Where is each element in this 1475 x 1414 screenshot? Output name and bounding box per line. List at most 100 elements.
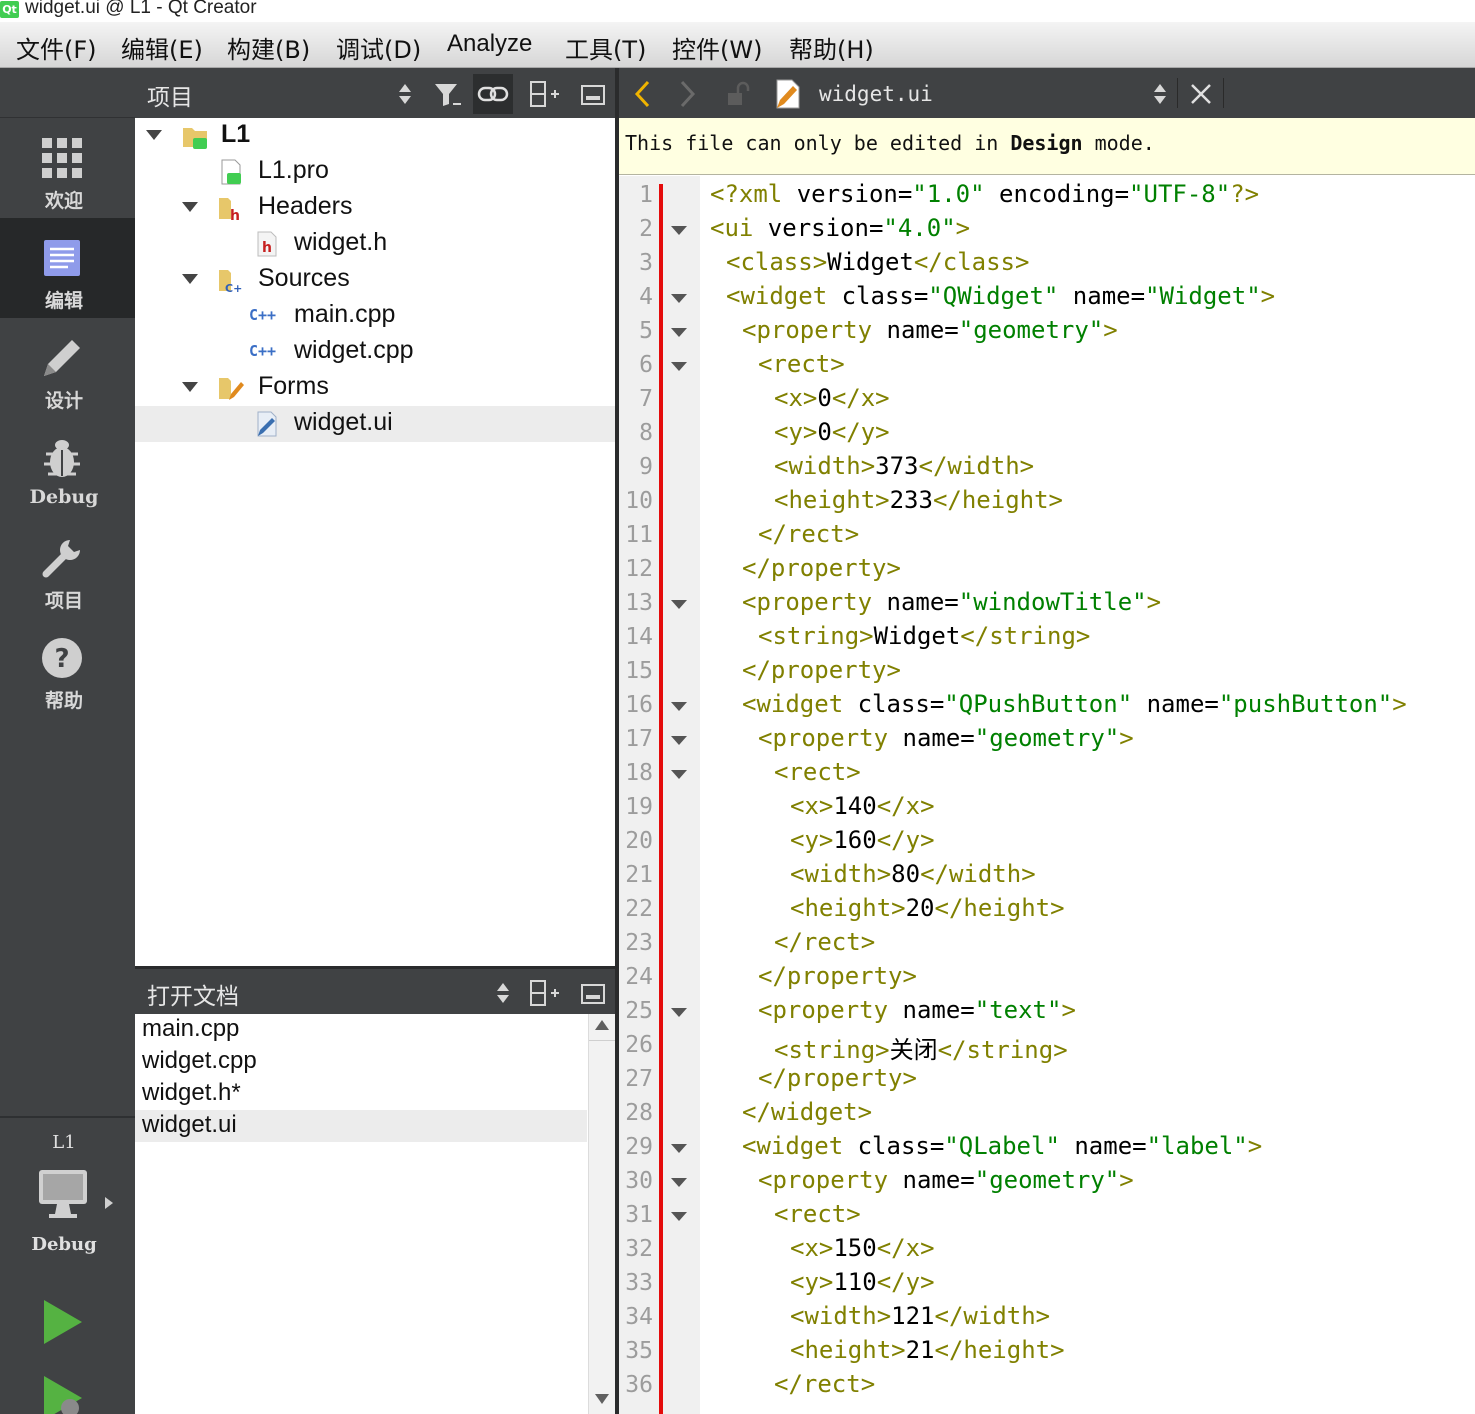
menu-help[interactable]: 帮助(H): [789, 30, 874, 65]
line-number: 14: [625, 624, 653, 650]
project-tree: L1 L1.pro h Headers h widget.h C+ Source…: [135, 118, 617, 963]
fold-marker-icon[interactable]: [671, 702, 687, 711]
qt-pro-file-icon: [221, 159, 241, 185]
view-selector-icon[interactable]: [397, 82, 413, 106]
split-pane-icon[interactable]: [525, 74, 565, 114]
fold-marker-icon[interactable]: [671, 1008, 687, 1017]
code-line: </rect>: [774, 928, 876, 956]
tree-item-widget-ui[interactable]: widget.ui: [135, 406, 617, 442]
svg-text:C+: C+: [225, 282, 242, 294]
tree-item-main-cpp[interactable]: C++ main.cpp: [135, 298, 617, 334]
tree-item-label: widget.h: [294, 228, 388, 256]
lock-icon[interactable]: [725, 80, 753, 108]
code-line: <class>Widget</class>: [726, 248, 1030, 276]
mode-projects[interactable]: 项目: [0, 518, 135, 618]
fold-marker-icon[interactable]: [671, 770, 687, 779]
mode-welcome[interactable]: 欢迎: [0, 118, 135, 218]
mode-help-label: 帮助: [44, 690, 83, 712]
expand-arrow-icon[interactable]: [182, 274, 198, 284]
close-pane-icon[interactable]: [573, 973, 613, 1013]
code-line: </rect>: [774, 1370, 876, 1398]
tree-item-sources[interactable]: C+ Sources: [135, 262, 617, 298]
code-line: <rect>: [774, 758, 861, 786]
mode-design[interactable]: 设计: [0, 318, 135, 418]
debug-run-icon[interactable]: [42, 1374, 90, 1414]
pencil-icon: [44, 340, 80, 376]
cpp-file-icon: C++: [249, 306, 277, 324]
line-number: 29: [625, 1134, 653, 1160]
open-document-item[interactable]: widget.h*: [135, 1078, 587, 1110]
open-document-label: widget.ui: [142, 1111, 237, 1138]
scroll-up-icon[interactable]: [595, 1020, 609, 1030]
line-number: 19: [625, 794, 653, 820]
code-line: <widget class="QPushButton" name="pushBu…: [742, 690, 1407, 718]
line-number: 13: [625, 590, 653, 616]
run-icon[interactable]: [42, 1298, 84, 1346]
fold-marker-icon[interactable]: [671, 1144, 687, 1153]
close-document-icon[interactable]: [1189, 82, 1213, 106]
open-document-item[interactable]: widget.cpp: [135, 1046, 587, 1078]
close-pane-icon[interactable]: [573, 74, 613, 114]
headers-folder-icon: h: [219, 198, 240, 222]
line-number: 17: [625, 726, 653, 752]
tree-item-forms[interactable]: Forms: [135, 370, 617, 406]
kit-expand-arrow-icon[interactable]: [105, 1197, 113, 1209]
fold-marker-icon[interactable]: [671, 362, 687, 371]
fold-marker-icon[interactable]: [671, 736, 687, 745]
code-editor[interactable]: <?xml version="1.0" encoding="UTF-8"?> <u…: [700, 176, 1475, 1414]
tree-item-label: L1.pro: [258, 156, 329, 184]
change-marker: [659, 184, 663, 1414]
info-message: This file can only be edited in Design m…: [625, 131, 1155, 155]
fold-marker-icon[interactable]: [671, 1212, 687, 1221]
back-arrow-icon[interactable]: [633, 80, 651, 108]
expand-arrow-icon[interactable]: [146, 130, 162, 140]
tree-item-widget-cpp[interactable]: C++ widget.cpp: [135, 334, 617, 370]
line-number: 10: [625, 488, 653, 514]
menu-controls[interactable]: 控件(W): [672, 30, 762, 65]
link-with-editor-icon[interactable]: [473, 74, 513, 114]
code-line: <width>80</width>: [790, 860, 1036, 888]
expand-arrow-icon[interactable]: [182, 382, 198, 392]
tree-item-widget-h[interactable]: h widget.h: [135, 226, 617, 262]
tree-item-label: widget.cpp: [294, 336, 414, 364]
document-selector-icon[interactable]: [1152, 82, 1168, 106]
split-pane-icon[interactable]: [525, 973, 565, 1013]
scroll-down-icon[interactable]: [595, 1394, 609, 1404]
editor-file-name[interactable]: widget.ui: [819, 82, 933, 106]
filter-icon[interactable]: [427, 74, 467, 114]
title-bar: Qt widget.ui @ L1 - Qt Creator: [0, 0, 1475, 22]
fold-marker-icon[interactable]: [671, 328, 687, 337]
expand-arrow-icon[interactable]: [182, 202, 198, 212]
monitor-icon[interactable]: [37, 1168, 93, 1222]
tree-item-l1-pro[interactable]: L1.pro: [135, 154, 617, 190]
open-documents-list: main.cpp widget.cpp widget.h* widget.ui: [135, 1014, 617, 1414]
tree-item-project-l1[interactable]: L1: [135, 118, 617, 154]
line-number: 23: [625, 930, 653, 956]
mode-help[interactable]: ? 帮助: [0, 618, 135, 718]
fold-marker-icon[interactable]: [671, 294, 687, 303]
menu-debug[interactable]: 调试(D): [336, 30, 421, 65]
fold-marker-icon[interactable]: [671, 226, 687, 235]
fold-marker-icon[interactable]: [671, 1178, 687, 1187]
mode-design-label: 设计: [44, 390, 83, 412]
help-icon: ?: [42, 638, 82, 678]
open-document-item[interactable]: main.cpp: [135, 1014, 587, 1046]
tree-item-headers[interactable]: h Headers: [135, 190, 617, 226]
line-number: 15: [625, 658, 653, 684]
mode-debug[interactable]: Debug: [0, 418, 135, 518]
menu-build[interactable]: 构建(B): [227, 30, 310, 65]
open-document-item[interactable]: widget.ui: [135, 1110, 587, 1142]
code-line: </widget>: [742, 1098, 873, 1126]
mode-edit[interactable]: 编辑: [0, 218, 135, 318]
code-line: <string>关闭</string>: [774, 1036, 1068, 1064]
menu-file[interactable]: 文件(F): [16, 30, 97, 65]
view-selector-icon[interactable]: [495, 981, 511, 1005]
forward-arrow-icon[interactable]: [679, 80, 697, 108]
menu-edit[interactable]: 编辑(E): [121, 30, 203, 65]
open-document-label: main.cpp: [142, 1015, 240, 1042]
code-line: <height>20</height>: [790, 894, 1065, 922]
open-documents-scrollbar[interactable]: [588, 1014, 615, 1414]
menu-tools[interactable]: 工具(T): [565, 30, 646, 65]
menu-analyze[interactable]: Analyze: [447, 30, 532, 58]
fold-marker-icon[interactable]: [671, 600, 687, 609]
